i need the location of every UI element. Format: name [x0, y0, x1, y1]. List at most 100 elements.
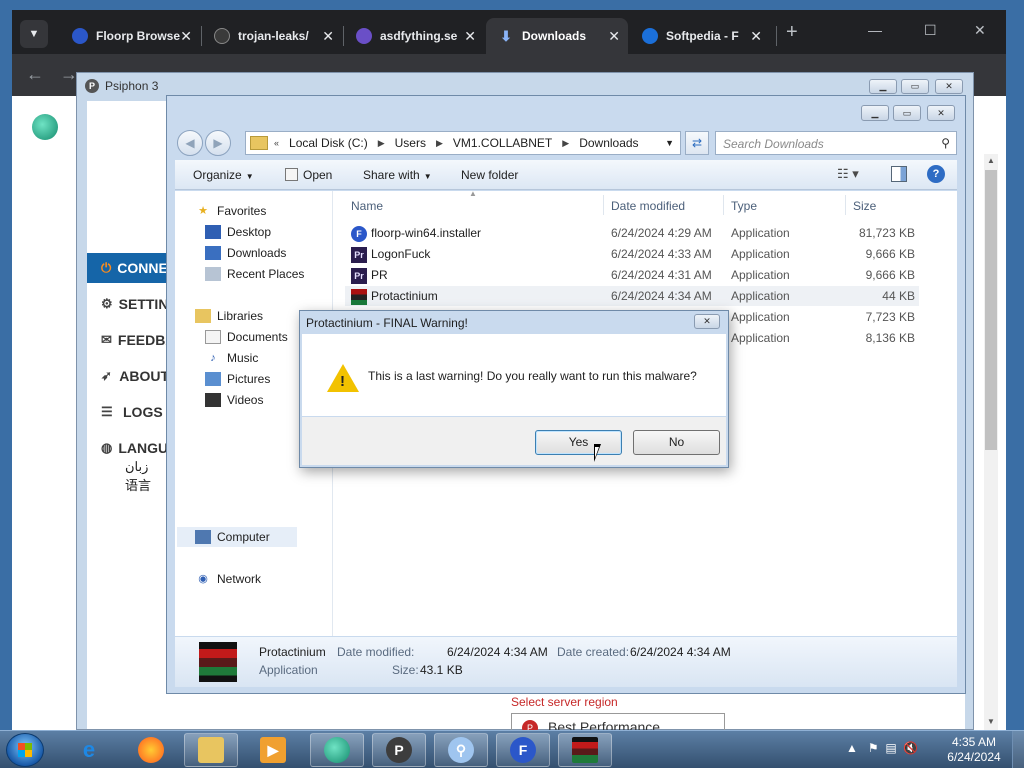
chevron-right-icon[interactable]: ▶: [562, 138, 569, 149]
minimize-button[interactable]: ▁: [861, 105, 889, 121]
refresh-button[interactable]: ⇄: [685, 131, 709, 155]
close-button[interactable]: ✕: [935, 79, 963, 94]
search-input[interactable]: Search Downloads ⚲: [715, 131, 957, 155]
nav-computer[interactable]: Computer: [195, 527, 270, 547]
minimize-icon[interactable]: —: [868, 22, 882, 38]
maximize-button[interactable]: ▭: [901, 79, 929, 94]
scrollbar-thumb[interactable]: [985, 170, 997, 450]
nav-libraries[interactable]: Libraries: [195, 306, 263, 326]
nav-downloads[interactable]: Downloads: [205, 243, 286, 263]
search-icon[interactable]: ⚲: [941, 136, 950, 150]
nav-connect[interactable]: ⏻ CONNECT: [87, 253, 169, 283]
language-chinese[interactable]: 语言: [125, 476, 151, 495]
column-divider[interactable]: [845, 195, 846, 215]
network-tray-icon[interactable]: ▤: [885, 741, 896, 755]
column-divider[interactable]: [723, 195, 724, 215]
close-icon[interactable]: ✕: [322, 28, 334, 45]
view-options-icon[interactable]: ☷ ▾: [837, 166, 859, 182]
chevron-down-icon[interactable]: ▼: [665, 138, 674, 148]
nav-favorites[interactable]: ★ Favorites: [195, 201, 266, 221]
organize-button[interactable]: Organize ▼: [193, 168, 254, 182]
breadcrumb-item[interactable]: VM1.COLLABNET: [453, 136, 552, 150]
nav-logs[interactable]: ☰ LOGS: [87, 397, 169, 427]
taskbar-psiphon[interactable]: P: [372, 733, 426, 767]
tab-asdfything[interactable]: asdfything.se ✕: [344, 18, 484, 54]
column-type[interactable]: Type: [731, 199, 757, 213]
tab-search-button[interactable]: ▼: [20, 20, 48, 48]
scroll-down-icon[interactable]: ▼: [987, 717, 995, 726]
nav-music[interactable]: ♪ Music: [205, 348, 258, 368]
chevron-right-icon[interactable]: ▶: [436, 138, 443, 149]
file-row-selected[interactable]: Protactinium 6/24/2024 4:34 AM Applicati…: [345, 286, 919, 306]
breadcrumb-overflow[interactable]: «: [274, 138, 279, 148]
nav-recent-places[interactable]: Recent Places: [205, 264, 304, 284]
maximize-icon[interactable]: ☐: [924, 22, 937, 39]
nav-about[interactable]: ➶ ABOUT: [87, 361, 169, 391]
taskbar-firefox[interactable]: [124, 733, 178, 767]
maximize-button[interactable]: ▭: [893, 105, 921, 121]
close-icon[interactable]: ✕: [464, 28, 476, 45]
close-window-icon[interactable]: ✕: [974, 22, 986, 39]
file-row[interactable]: F floorp-win64.installer 6/24/2024 4:29 …: [345, 223, 919, 243]
close-icon[interactable]: ✕: [180, 28, 192, 45]
tab-floorp[interactable]: Floorp Browse ✕: [60, 18, 200, 54]
close-icon[interactable]: ✕: [750, 28, 762, 45]
column-divider[interactable]: [603, 195, 604, 215]
tab-github[interactable]: trojan-leaks/ ✕: [202, 18, 342, 54]
taskbar: e ▶ P ⚲ F ▲ ⚑ ▤ 🔇 4:35 AM 6/24/2024: [0, 730, 1024, 768]
nav-videos[interactable]: Videos: [205, 390, 263, 410]
start-button[interactable]: [6, 733, 44, 767]
dialog-close-button[interactable]: ✕: [694, 314, 720, 329]
file-row[interactable]: Pr PR 6/24/2024 4:31 AM Application 9,66…: [345, 265, 919, 285]
flag-icon[interactable]: ⚑: [868, 741, 879, 755]
no-button[interactable]: No: [633, 430, 720, 455]
nav-network[interactable]: ◉ Network: [195, 569, 261, 589]
address-bar[interactable]: « Local Disk (C:) ▶ Users ▶ VM1.COLLABNE…: [245, 131, 681, 155]
breadcrumb-item[interactable]: Downloads: [579, 136, 638, 150]
back-button[interactable]: ←: [26, 64, 44, 85]
taskbar-psiphon-green[interactable]: [310, 733, 364, 767]
minimize-button[interactable]: ▁: [869, 79, 897, 94]
new-folder-button[interactable]: New folder: [461, 168, 518, 182]
tab-softpedia[interactable]: Softpedia - F ✕: [630, 18, 770, 54]
site-icon: [356, 28, 372, 44]
nav-settings[interactable]: ⚙ SETTINGS: [87, 289, 169, 319]
chevron-right-icon[interactable]: ▶: [378, 138, 385, 149]
new-tab-button[interactable]: +: [786, 20, 798, 44]
show-desktop-button[interactable]: [1012, 731, 1024, 768]
breadcrumb-item[interactable]: Local Disk (C:): [289, 136, 368, 150]
floorp-icon: F: [510, 737, 536, 763]
tab-downloads[interactable]: ⬇ Downloads ✕: [486, 18, 628, 54]
language-persian[interactable]: زبان: [125, 457, 151, 476]
taskbar-internet-explorer[interactable]: e: [62, 733, 116, 767]
scroll-up-icon[interactable]: ▲: [987, 156, 995, 165]
taskbar-magnifier[interactable]: ⚲: [434, 733, 488, 767]
column-date[interactable]: Date modified: [611, 199, 685, 213]
nav-documents[interactable]: Documents: [205, 327, 288, 347]
taskbar-file-explorer[interactable]: [184, 733, 238, 767]
taskbar-protactinium[interactable]: [558, 733, 612, 767]
file-name: Protactinium: [371, 289, 438, 303]
open-button[interactable]: Open: [285, 168, 332, 182]
close-icon[interactable]: ✕: [608, 28, 620, 45]
nav-pictures[interactable]: Pictures: [205, 369, 270, 389]
breadcrumb-item[interactable]: Users: [395, 136, 426, 150]
share-with-button[interactable]: Share with ▼: [363, 168, 432, 182]
page-scrollbar[interactable]: ▲ ▼: [984, 154, 998, 730]
volume-icon[interactable]: 🔇: [903, 741, 918, 755]
nav-desktop[interactable]: Desktop: [205, 222, 271, 242]
clock[interactable]: 4:35 AM 6/24/2024: [944, 735, 1004, 765]
column-size[interactable]: Size: [853, 199, 876, 213]
forward-button[interactable]: ▶: [205, 130, 231, 156]
taskbar-media-player[interactable]: ▶: [246, 733, 300, 767]
taskbar-floorp[interactable]: F: [496, 733, 550, 767]
yes-button[interactable]: Yes: [535, 430, 622, 455]
file-row[interactable]: Pr LogonFuck 6/24/2024 4:33 AM Applicati…: [345, 244, 919, 264]
show-hidden-icons[interactable]: ▲: [846, 741, 858, 755]
column-name[interactable]: Name: [351, 199, 383, 213]
help-icon[interactable]: ?: [927, 165, 945, 183]
nav-feedback[interactable]: ✉ FEEDBACK: [87, 325, 169, 355]
preview-pane-icon[interactable]: [891, 166, 907, 182]
close-button[interactable]: ✕: [927, 105, 955, 121]
back-button[interactable]: ◀: [177, 130, 203, 156]
